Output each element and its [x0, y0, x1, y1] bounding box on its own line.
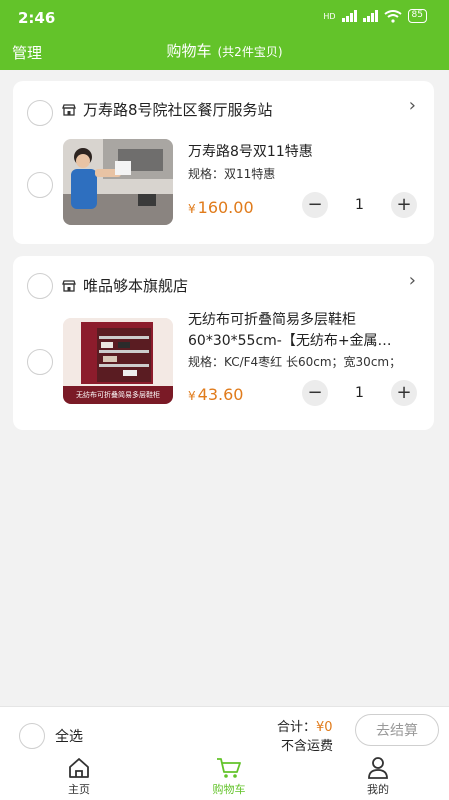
currency-symbol: ¥ [188, 389, 196, 403]
store-name: 万寿路8号院社区餐厅服务站 [83, 101, 273, 119]
increase-button[interactable]: + [390, 192, 417, 218]
tab-home-label: 主页 [68, 783, 90, 796]
tab-home[interactable]: 主页 [39, 757, 119, 797]
status-icons: HD 85 [323, 9, 427, 23]
total: 合计：¥0 [277, 716, 333, 735]
quantity-stepper: − 1 + [302, 192, 417, 218]
product-price: ¥43.60 [188, 385, 243, 404]
tab-profile[interactable]: 我的 [338, 757, 418, 797]
store-header[interactable]: 万寿路8号院社区餐厅服务站 [61, 99, 273, 120]
store-select-checkbox[interactable] [27, 273, 53, 299]
decrease-button[interactable]: − [302, 380, 328, 406]
increase-button[interactable]: + [390, 380, 417, 406]
product-name-line2: 60*30*55cm-【无纺布+金属… [188, 333, 392, 349]
currency-symbol: ¥ [188, 202, 196, 216]
signal-2-icon [362, 10, 378, 22]
status-time: 2:46 [18, 9, 56, 27]
shipping-note: 不含运费 [281, 739, 334, 754]
product-name[interactable]: 无纺布可折叠简易多层鞋柜 60*30*55cm-【无纺布+金属… [188, 310, 423, 352]
store-name: 唯品够本旗舰店 [83, 277, 189, 295]
home-icon [69, 758, 89, 778]
wifi-icon [383, 9, 402, 23]
item-count: (共2件宝贝) [217, 45, 283, 59]
product-price: ¥160.00 [188, 198, 254, 217]
chevron-right-icon[interactable]: › [409, 270, 416, 291]
store-card: 万寿路8号院社区餐厅服务站 › 万寿路8号双11特惠 规格：双11特惠 ¥160… [13, 81, 434, 244]
user-icon [368, 757, 388, 779]
battery-icon: 85 [407, 9, 427, 23]
page-title: 购物车 (共2件宝贝) [0, 40, 449, 61]
quantity-value[interactable]: 1 [355, 197, 364, 213]
tab-cart[interactable]: 购物车 [189, 757, 269, 797]
bottom-bar: 全选 合计：¥0 不含运费 去结算 主页 购物车 我的 [0, 706, 449, 800]
total-value: ¥0 [316, 720, 333, 735]
top-bar: 2:46 HD 85 管理 购物车 (共2件宝贝) [0, 0, 449, 70]
store-icon [62, 103, 76, 116]
product-image[interactable] [63, 139, 173, 225]
decrease-button[interactable]: − [302, 192, 328, 218]
select-all-label[interactable]: 全选 [55, 726, 83, 746]
store-icon [62, 279, 76, 292]
product-spec[interactable]: 规格：KC/F4枣红 长60cm；宽30cm； [188, 353, 401, 370]
tab-cart-label: 购物车 [212, 783, 246, 796]
quantity-stepper: − 1 + [302, 380, 417, 406]
cart-icon [217, 758, 241, 778]
total-label: 合计： [277, 720, 317, 735]
item-select-checkbox[interactable] [27, 349, 53, 375]
tab-bar: 主页 购物车 我的 [0, 757, 449, 800]
product-name-line1: 无纺布可折叠简易多层鞋柜 [188, 312, 356, 328]
chevron-right-icon[interactable]: › [409, 95, 416, 116]
page-title-text: 购物车 [166, 42, 212, 60]
product-name[interactable]: 万寿路8号双11特惠 [188, 142, 423, 163]
image-caption: 无纺布可折叠简易多层鞋柜 [76, 391, 160, 399]
checkout-button[interactable]: 去结算 [355, 714, 439, 746]
tab-profile-label: 我的 [367, 783, 389, 796]
product-image[interactable]: 无纺布可折叠简易多层鞋柜 [63, 318, 173, 404]
signal-icon [341, 10, 357, 22]
price-value: 160.00 [197, 198, 254, 217]
hd-indicator: HD [323, 11, 336, 21]
status-bar: 2:46 HD 85 [0, 0, 449, 34]
store-card: 唯品够本旗舰店 › 无纺布可折叠简易多层鞋柜 无纺布可折叠简易多层鞋柜 60*3… [13, 256, 434, 430]
product-spec[interactable]: 规格：双11特惠 [188, 165, 275, 182]
quantity-value[interactable]: 1 [355, 385, 364, 401]
store-select-checkbox[interactable] [27, 100, 53, 126]
price-value: 43.60 [197, 385, 244, 404]
store-header[interactable]: 唯品够本旗舰店 [61, 275, 188, 296]
product-photo-cleaning [63, 139, 173, 225]
item-select-checkbox[interactable] [27, 172, 53, 198]
select-all-checkbox[interactable] [19, 723, 45, 749]
